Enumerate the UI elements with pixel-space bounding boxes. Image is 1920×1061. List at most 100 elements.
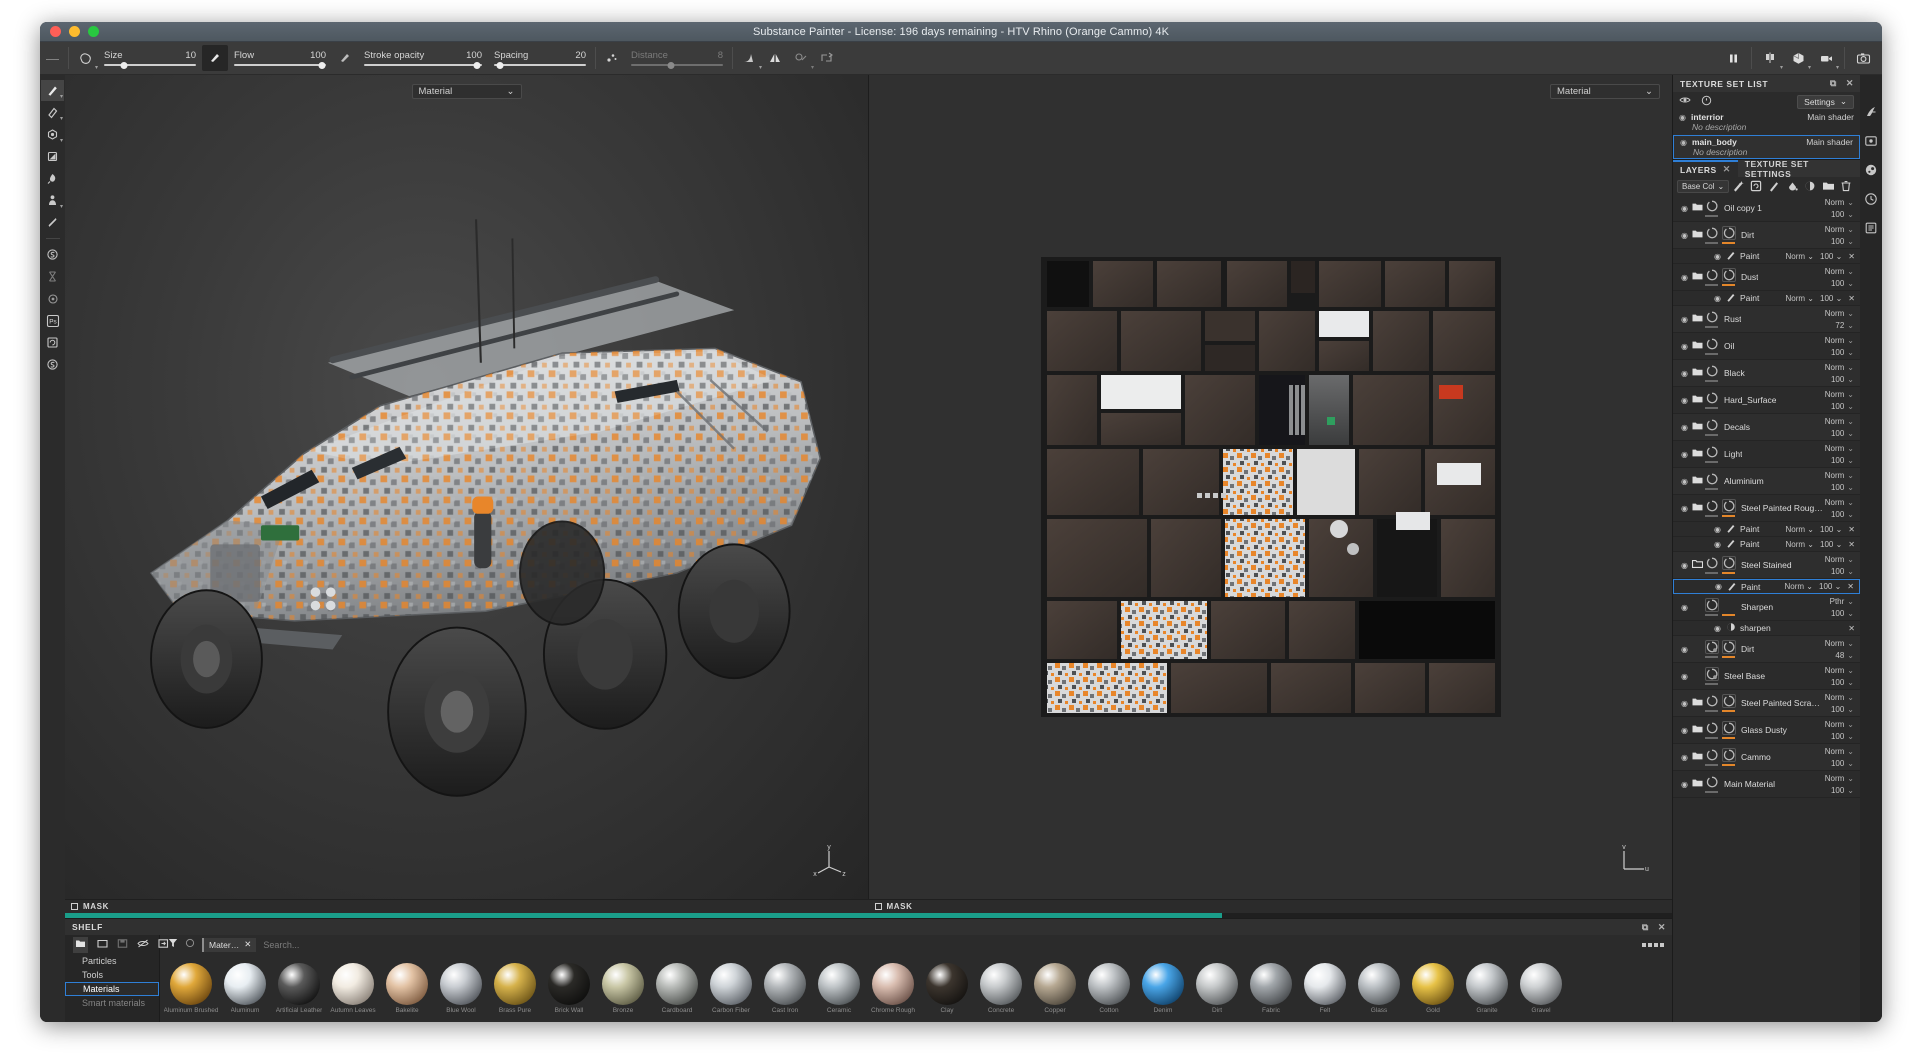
layer-mask-thumbnail[interactable] (1721, 268, 1736, 286)
layer-content-thumbnail[interactable] (1704, 640, 1719, 658)
shelf-material-item[interactable]: Artificial Leather (274, 963, 324, 1014)
layer-content-thumbnail[interactable] (1704, 775, 1719, 793)
layer-opacity[interactable]: 100 ⌄ (1831, 210, 1854, 219)
layer-visibility-icon[interactable]: ◉ (1678, 645, 1691, 654)
render-mode-icon[interactable]: ▾ (1785, 45, 1811, 71)
folder-open-icon[interactable] (1691, 559, 1704, 571)
effect-blend-mode[interactable]: Norm ⌄ (1786, 540, 1814, 549)
mask-toggle-icon[interactable] (71, 903, 78, 910)
remove-effect-icon[interactable]: ✕ (1848, 294, 1855, 303)
layer-effect-row[interactable]: ◉ Paint Norm ⌄ 100 ⌄ ✕ (1673, 537, 1860, 552)
layer-row[interactable]: ◉ Steel Base Norm ⌄ 100 ⌄ (1673, 663, 1860, 690)
size-slider[interactable]: Size 10 (104, 50, 196, 69)
effect-blend-mode[interactable]: Norm ⌄ (1786, 252, 1814, 261)
layer-blend-mode[interactable]: Norm ⌄ (1825, 471, 1854, 480)
layer-blend-mode[interactable]: Norm ⌄ (1825, 555, 1854, 564)
layer-row[interactable]: ◉ Main Material Norm ⌄ 100 ⌄ (1673, 771, 1860, 798)
close-panel-icon[interactable]: ✕ (1846, 78, 1854, 89)
layer-mask-thumbnail[interactable] (1721, 226, 1736, 244)
effect-opacity[interactable]: 100 ⌄ (1820, 294, 1842, 303)
folder-icon[interactable] (1691, 367, 1704, 379)
close-panel-icon[interactable]: ✕ (1658, 922, 1666, 933)
shelf-material-item[interactable]: Granite (1462, 963, 1512, 1014)
tab-layers[interactable]: LAYERS ✕ (1673, 160, 1738, 177)
layer-content-thumbnail[interactable] (1704, 364, 1719, 382)
layer-content-thumbnail[interactable] (1704, 748, 1719, 766)
shelf-material-item[interactable]: Carbon Fiber (706, 963, 756, 1014)
layer-mask-thumbnail[interactable] (1721, 721, 1736, 739)
shelf-material-item[interactable]: Cardboard (652, 963, 702, 1014)
shelf-material-item[interactable]: Gold (1408, 963, 1458, 1014)
layer-opacity[interactable]: 100 ⌄ (1831, 456, 1854, 465)
layer-visibility-icon[interactable]: ◉ (1678, 699, 1691, 708)
add-paint-icon[interactable] (1765, 180, 1783, 192)
layer-row[interactable]: ◉ Rust Norm ⌄ 72 ⌄ (1673, 306, 1860, 333)
brush-shape-icon[interactable]: ▾ (72, 45, 98, 71)
layer-blend-mode[interactable]: Pthr ⌄ (1830, 597, 1854, 606)
layer-row[interactable]: ◉ Oil Norm ⌄ 100 ⌄ (1673, 333, 1860, 360)
visibility-icon[interactable] (1679, 95, 1691, 108)
effect-visibility-icon[interactable]: ◉ (1711, 540, 1724, 549)
layer-effect-row[interactable]: ◉ Paint Norm ⌄ 100 ⌄ ✕ (1673, 249, 1860, 264)
shelf-category-materials[interactable]: Materials (65, 982, 159, 996)
layer-blend-mode[interactable]: Norm ⌄ (1825, 639, 1854, 648)
flow-slider[interactable]: Flow 100 (234, 50, 326, 69)
effect-visibility-icon[interactable]: ◉ (1711, 624, 1724, 633)
refresh-icon[interactable] (185, 938, 195, 951)
grid-view-icon[interactable] (1642, 942, 1664, 947)
layer-content-thumbnail[interactable] (1704, 721, 1719, 739)
shelf-material-item[interactable]: Cotton (1084, 963, 1134, 1014)
shelf-material-item[interactable]: Denim (1138, 963, 1188, 1014)
stroke-opacity-slider[interactable]: Stroke opacity 100 (364, 50, 482, 69)
float-panel-icon[interactable]: ⧉ (1642, 922, 1649, 933)
add-folder-icon[interactable] (1819, 180, 1837, 192)
layer-content-thumbnail[interactable] (1704, 391, 1719, 409)
layer-row[interactable]: ◉ Oil copy 1 Norm ⌄ 100 ⌄ (1673, 195, 1860, 222)
shelf-material-item[interactable]: Blue Wool (436, 963, 486, 1014)
folder-icon[interactable] (1691, 475, 1704, 487)
layer-mask-thumbnail[interactable] (1721, 640, 1736, 658)
layer-row[interactable]: ◉ Steel Painted Scra… Norm ⌄ 100 ⌄ (1673, 690, 1860, 717)
layer-visibility-icon[interactable]: ◉ (1678, 423, 1691, 432)
distance-slider[interactable]: Distance 8 (631, 50, 723, 69)
layer-mask-thumbnail[interactable] (1721, 748, 1736, 766)
layer-opacity[interactable]: 100 ⌄ (1831, 483, 1854, 492)
folder-icon[interactable] (1691, 724, 1704, 736)
layer-content-thumbnail[interactable] (1704, 199, 1719, 217)
remove-effect-icon[interactable]: ✕ (1848, 252, 1855, 261)
tab-texture-set-settings[interactable]: TEXTURE SET SETTINGS (1737, 159, 1860, 179)
close-icon[interactable]: ✕ (1723, 164, 1731, 175)
layer-blend-mode[interactable]: Norm ⌄ (1825, 363, 1854, 372)
projection-icon[interactable]: ▾ (788, 45, 814, 71)
layer-opacity[interactable]: 100 ⌄ (1831, 510, 1854, 519)
layer-visibility-icon[interactable]: ◉ (1678, 273, 1691, 282)
layer-opacity[interactable]: 100 ⌄ (1831, 375, 1854, 384)
effect-opacity[interactable]: 100 ⌄ (1820, 540, 1842, 549)
layer-blend-mode[interactable]: Norm ⌄ (1825, 417, 1854, 426)
jitter-icon[interactable] (599, 45, 625, 71)
layer-opacity[interactable]: 100 ⌄ (1831, 759, 1854, 768)
layer-opacity[interactable]: 100 ⌄ (1831, 567, 1854, 576)
add-effect-icon[interactable] (1729, 180, 1747, 192)
texture-set-settings-button[interactable]: Settings ⌄ (1797, 94, 1854, 109)
shelf-material-item[interactable]: Fabric (1246, 963, 1296, 1014)
save-icon[interactable] (117, 938, 128, 952)
layer-opacity[interactable]: 100 ⌄ (1831, 609, 1854, 618)
layer-opacity[interactable]: 100 ⌄ (1831, 429, 1854, 438)
shelf-material-item[interactable]: Copper (1030, 963, 1080, 1014)
visibility-icon[interactable]: ◉ (1679, 113, 1686, 122)
layer-blend-mode[interactable]: Norm ⌄ (1825, 498, 1854, 507)
viewport-2d-channel-dropdown[interactable]: Material ⌄ (1550, 84, 1660, 99)
layer-effect-row[interactable]: ◉ Paint Norm ⌄ 100 ⌄ ✕ (1673, 579, 1860, 594)
shelf-material-item[interactable]: Aluminum Brushed (164, 963, 218, 1014)
layer-visibility-icon[interactable]: ◉ (1678, 204, 1691, 213)
layer-visibility-icon[interactable]: ◉ (1678, 396, 1691, 405)
texture-set-item[interactable]: ◉ main_body Main shader No description (1673, 135, 1860, 159)
effect-visibility-icon[interactable]: ◉ (1712, 582, 1725, 591)
brush-alpha-icon[interactable] (202, 45, 228, 71)
layer-row[interactable]: ◉ Sharpen Pthr ⌄ 100 ⌄ (1673, 594, 1860, 621)
layer-content-thumbnail[interactable] (1704, 337, 1719, 355)
falloff-icon[interactable]: ▾ (736, 45, 762, 71)
effect-opacity[interactable]: 100 ⌄ (1820, 252, 1842, 261)
tiling-icon[interactable] (814, 45, 840, 71)
